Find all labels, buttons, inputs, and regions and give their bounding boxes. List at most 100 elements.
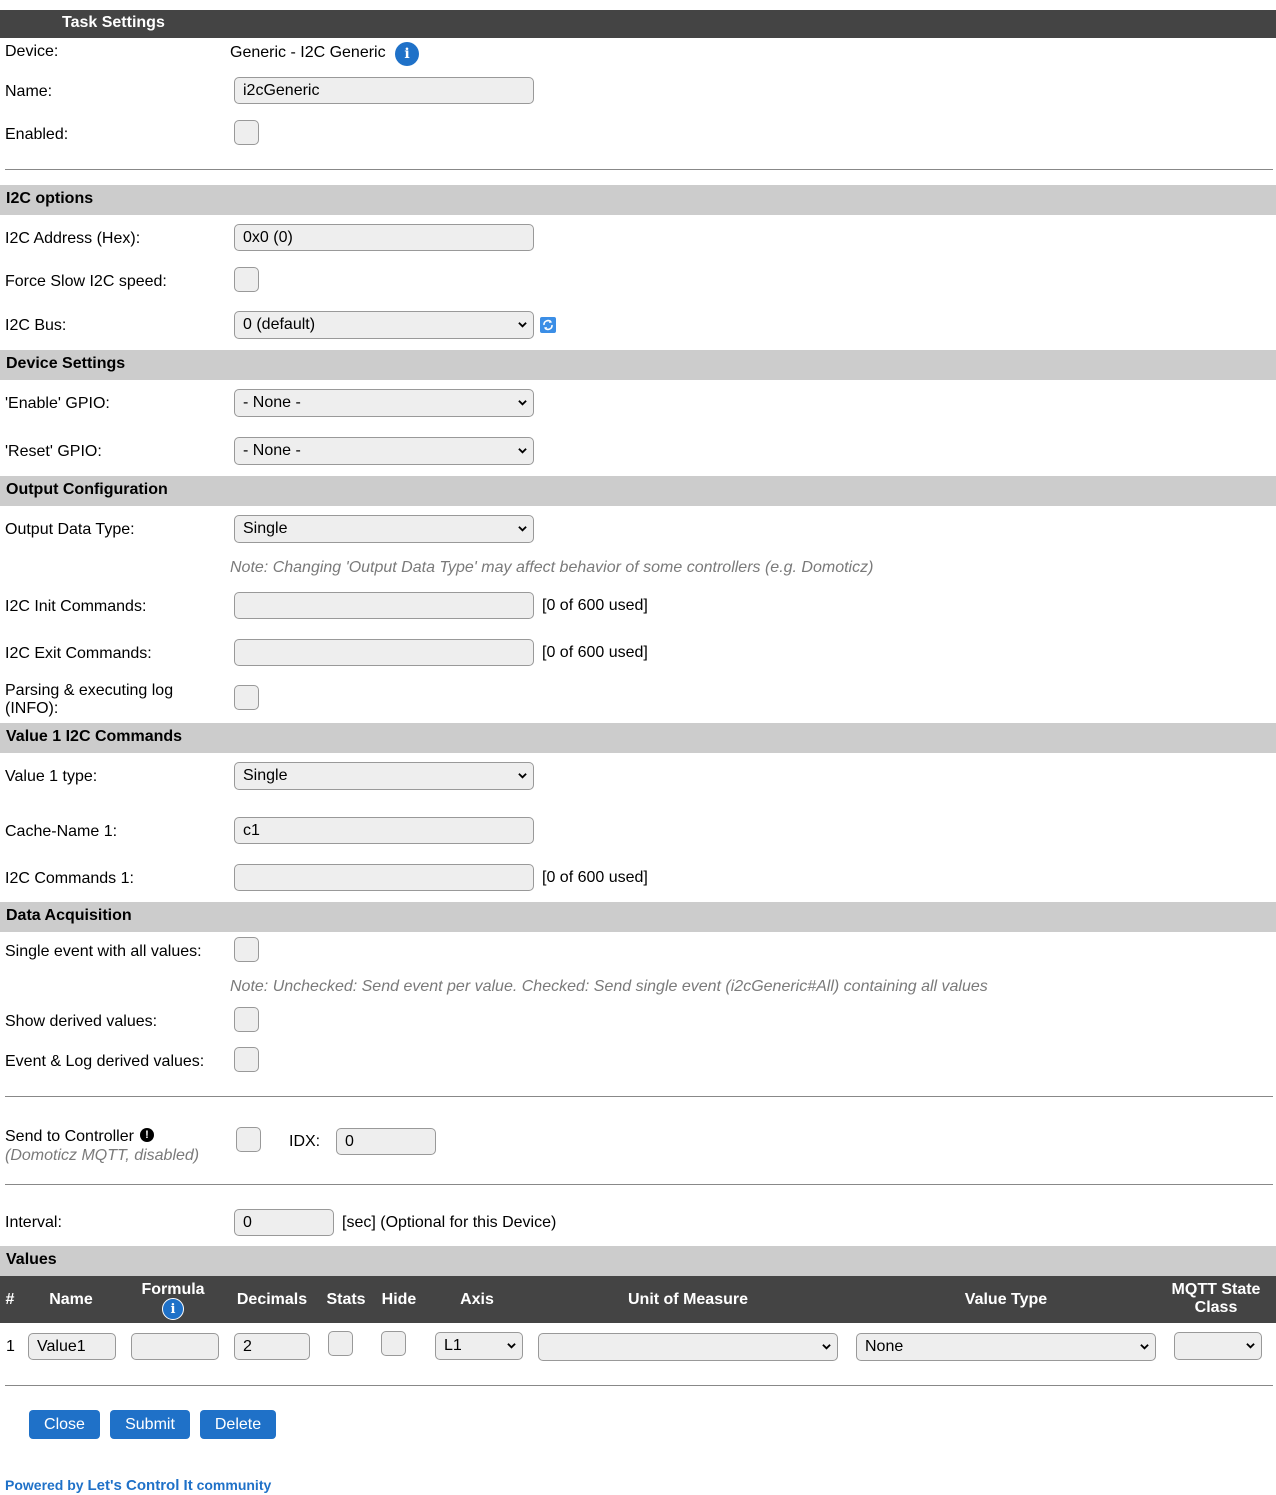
page-title: Task Settings [62,14,165,31]
reset-gpio-label: 'Reset' GPIO: [5,443,102,460]
row-formula-input[interactable] [131,1333,219,1360]
section-title: Data Acquisition [6,907,132,924]
chevron-down-icon [518,322,527,328]
single-event-note: Note: Unchecked: Send event per value. C… [230,978,988,995]
enable-gpio-value: - None - [243,394,301,411]
cache-name-input[interactable]: c1 [234,817,534,844]
i2c-address-input[interactable]: 0x0 (0) [234,224,534,251]
row-name-input[interactable]: Value1 [28,1333,116,1360]
value1-type-select[interactable]: Single [234,762,534,790]
show-derived-label: Show derived values: [5,1013,158,1030]
col-axis: Axis [460,1291,494,1308]
footer-brand-link[interactable]: Let's Control It [87,1477,192,1494]
row-axis-value: L1 [444,1337,462,1354]
chevron-down-icon [518,400,527,406]
enable-gpio-label: 'Enable' GPIO: [5,395,110,412]
idx-input[interactable]: 0 [336,1128,436,1155]
event-log-derived-checkbox[interactable] [234,1047,259,1072]
chevron-down-icon [518,773,527,779]
i2c-commands1-input[interactable] [234,864,534,891]
section-output-configuration: Output Configuration [0,476,1276,506]
send-to-controller-checkbox[interactable] [236,1127,261,1152]
controller-subtext: (Domoticz MQTT, disabled) [5,1147,200,1164]
info-icon[interactable]: i [162,1298,184,1320]
section-device-settings: Device Settings [0,350,1276,380]
interval-input[interactable]: 0 [234,1209,334,1236]
reset-gpio-value: - None - [243,442,301,459]
section-title: Values [6,1251,57,1268]
row-uom-select[interactable] [538,1333,838,1361]
enabled-label: Enabled: [5,126,69,143]
col-hide: Hide [381,1291,417,1308]
divider [5,1385,1273,1386]
section-i2c-options: I2C options [0,185,1276,215]
i2c-init-label: I2C Init Commands: [5,598,147,615]
i2c-exit-label: I2C Exit Commands: [5,645,152,662]
device-value: Generic - I2C Generic [230,44,386,61]
i2c-commands1-label: I2C Commands 1: [5,870,134,887]
section-title: Output Configuration [6,481,168,498]
i2c-commands1-used: [0 of 600 used] [542,869,648,886]
device-label: Device: [5,43,59,60]
show-derived-checkbox[interactable] [234,1007,259,1032]
row-decimals-input[interactable]: 2 [234,1333,310,1360]
task-settings-header: Task Settings [0,10,1276,38]
parsing-log-label: Parsing & executing log (INFO): [5,682,174,717]
row-value-type-value: None [865,1338,904,1355]
chevron-down-icon [1246,1343,1255,1349]
col-decimals: Decimals [236,1291,308,1308]
delete-button[interactable]: Delete [200,1410,276,1439]
row-axis-select[interactable]: L1 [435,1332,523,1360]
name-input[interactable]: i2cGeneric [234,77,534,104]
force-slow-label: Force Slow I2C speed: [5,273,167,290]
output-data-type-label: Output Data Type: [5,521,135,538]
value1-type-label: Value 1 type: [5,768,98,785]
info-icon[interactable]: i [395,42,419,66]
single-event-checkbox[interactable] [234,937,259,962]
reset-gpio-select[interactable]: - None - [234,437,534,465]
row-value-type-select[interactable]: None [856,1333,1156,1361]
col-name: Name [49,1291,93,1308]
force-slow-checkbox[interactable] [234,267,259,292]
send-to-controller-label: Send to Controller [5,1128,134,1145]
i2c-exit-input[interactable] [234,639,534,666]
divider [5,1096,1273,1097]
interval-label: Interval: [5,1214,62,1231]
i2c-init-used: [0 of 600 used] [542,597,648,614]
row-mqtt-select[interactable] [1174,1332,1262,1360]
section-title: I2C options [6,190,94,207]
enable-gpio-select[interactable]: - None - [234,389,534,417]
chevron-down-icon [507,1343,516,1349]
chevron-down-icon [518,448,527,454]
idx-label: IDX: [289,1133,321,1150]
col-value-type: Value Type [964,1291,1048,1308]
event-log-derived-label: Event & Log derived values: [5,1053,205,1070]
row-stats-checkbox[interactable] [328,1331,353,1356]
submit-button[interactable]: Submit [110,1410,190,1439]
output-data-type-select[interactable]: Single [234,515,534,543]
close-button[interactable]: Close [29,1410,100,1439]
output-data-type-value: Single [243,520,288,537]
name-label: Name: [5,83,53,100]
info-icon[interactable]: ! [140,1128,154,1142]
i2c-bus-value: 0 (default) [243,316,316,333]
row-hide-checkbox[interactable] [381,1331,406,1356]
i2c-exit-used: [0 of 600 used] [542,644,648,661]
chevron-down-icon [1140,1344,1149,1350]
chevron-down-icon [822,1344,831,1350]
enabled-checkbox[interactable] [234,120,259,145]
section-value1-commands: Value 1 I2C Commands [0,723,1276,753]
col-mqtt-state-class: MQTT State Class [1171,1281,1261,1316]
parsing-log-checkbox[interactable] [234,685,259,710]
col-num: # [5,1291,15,1308]
i2c-init-input[interactable] [234,592,534,619]
col-unit-of-measure: Unit of Measure [627,1291,748,1308]
col-formula: Formula [141,1281,205,1298]
divider [5,169,1273,170]
section-data-acquisition: Data Acquisition [0,902,1276,932]
footer-prefix: Powered by [5,1477,88,1493]
i2c-bus-select[interactable]: 0 (default) [234,311,534,339]
single-event-label: Single event with all values: [5,943,202,960]
refresh-icon[interactable] [540,317,556,333]
divider [5,1184,1273,1185]
